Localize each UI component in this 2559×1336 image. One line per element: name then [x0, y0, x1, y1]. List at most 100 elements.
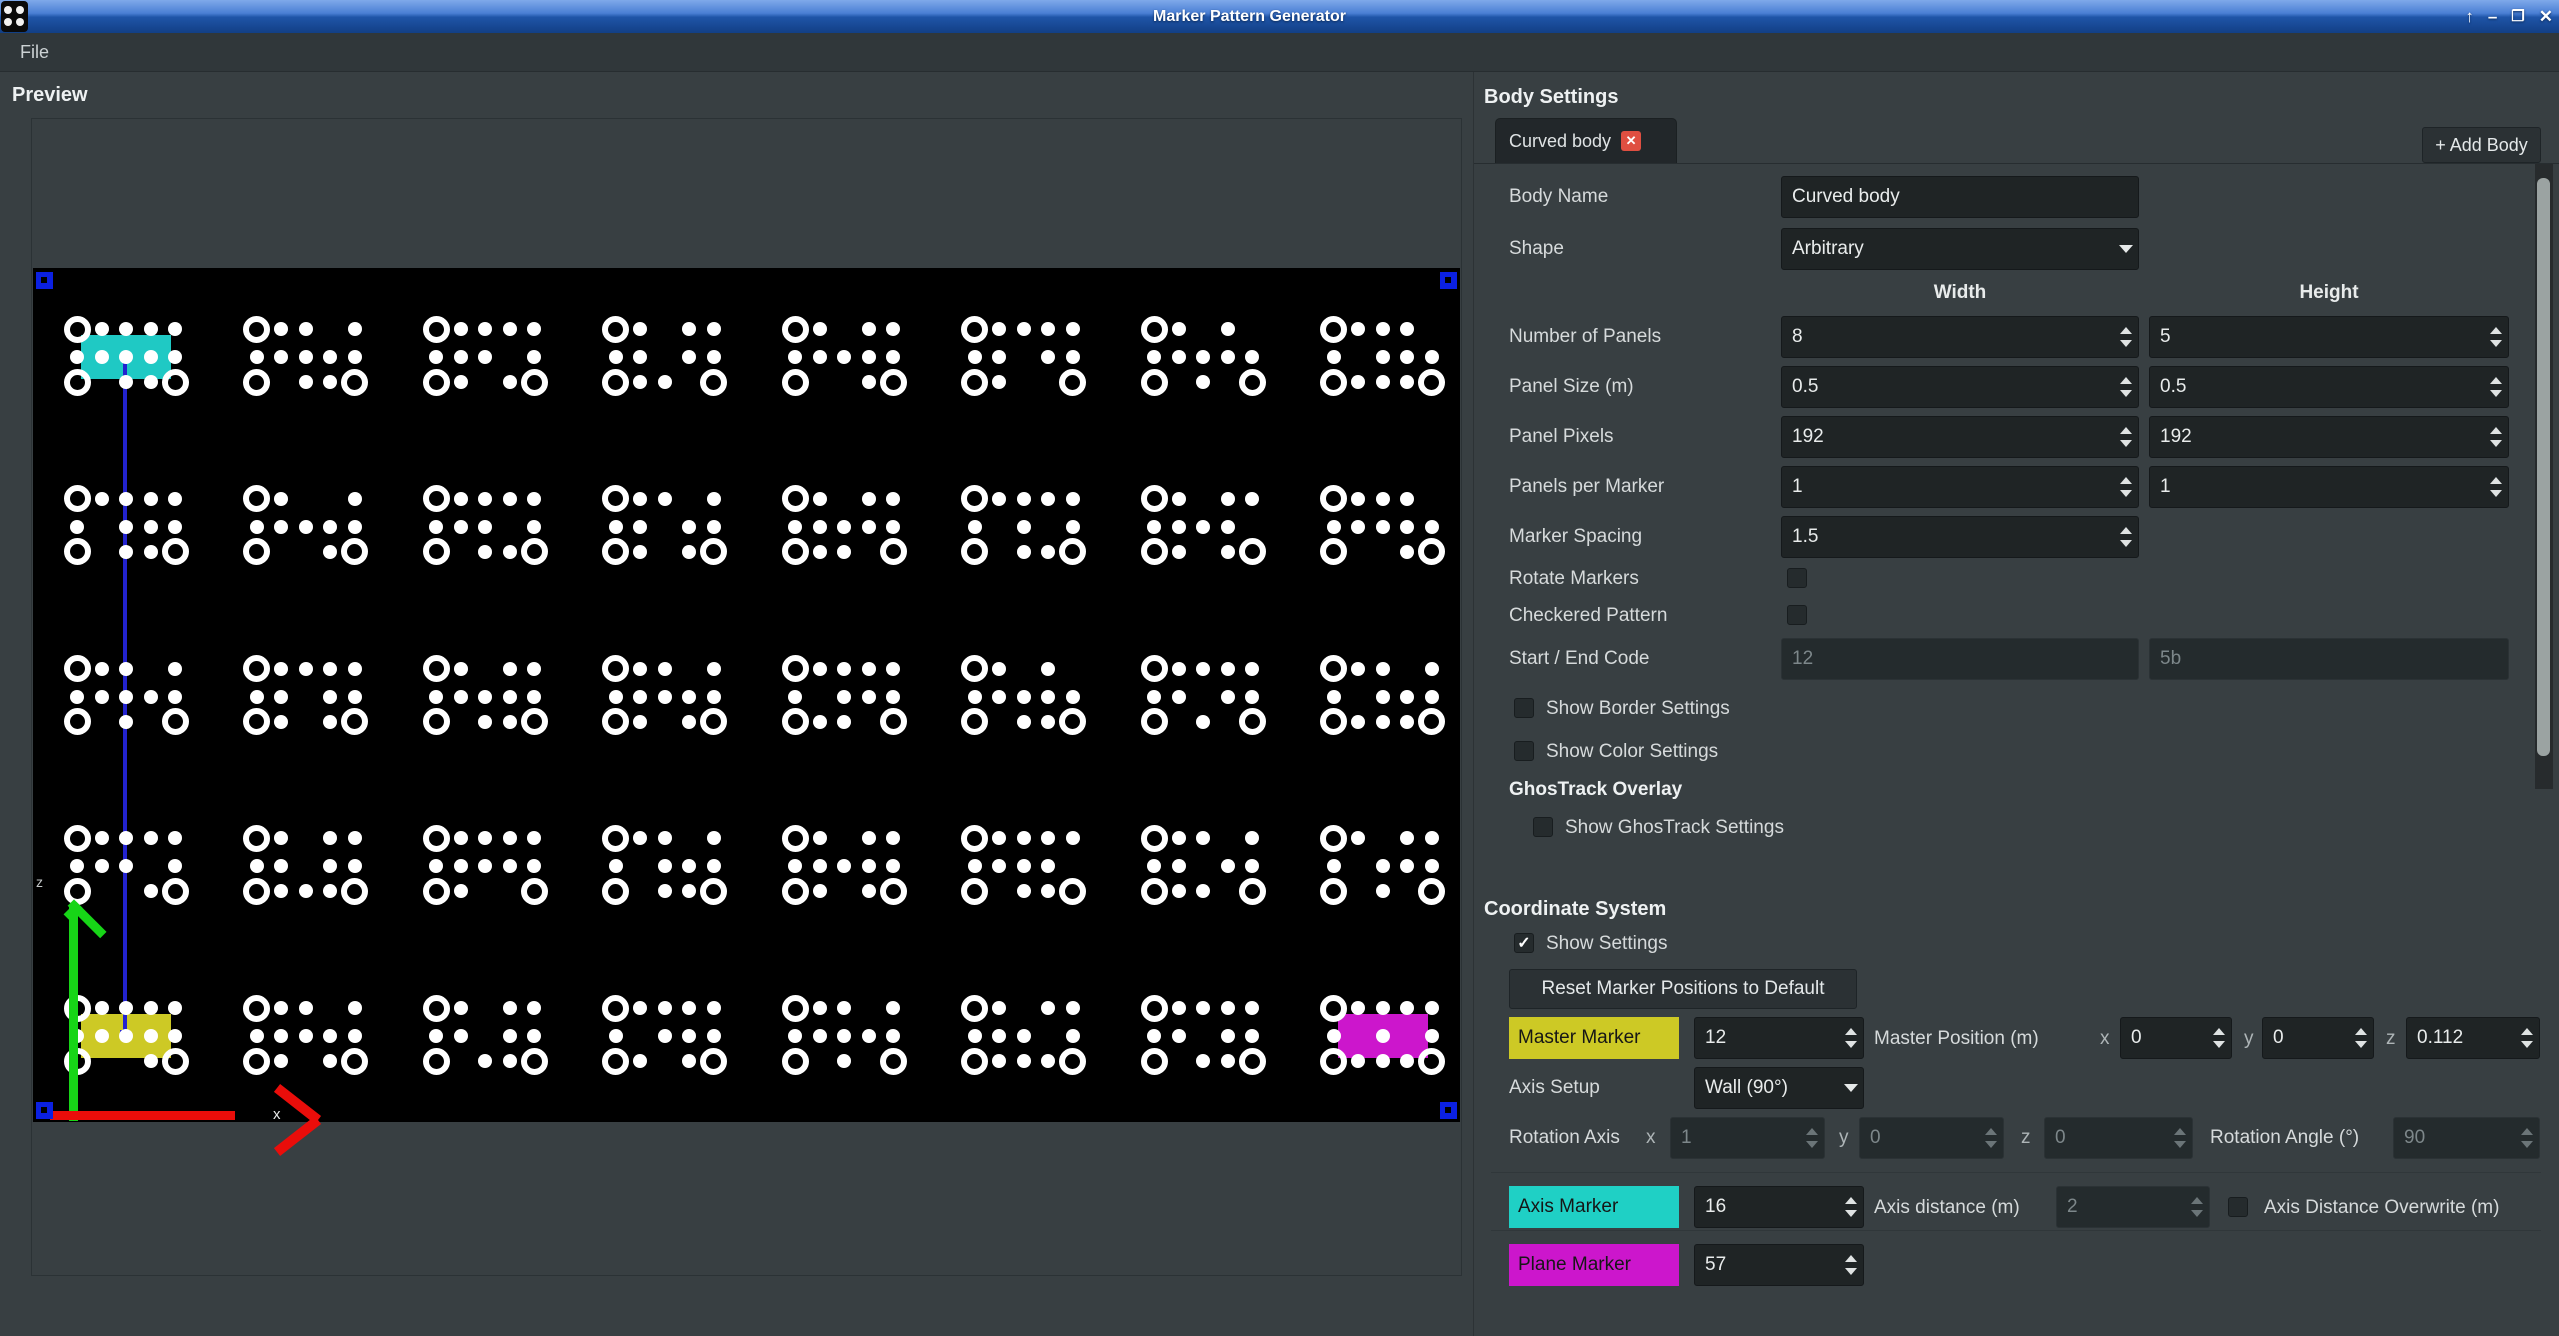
spinner-icons[interactable]	[2113, 467, 2138, 507]
master-position-z-input[interactable]	[2407, 1018, 2514, 1058]
body-name-field[interactable]	[1781, 176, 2139, 218]
spinner-icons[interactable]	[1838, 1187, 1863, 1227]
axis-setup-dropdown[interactable]: Wall (90°)	[1694, 1067, 1864, 1109]
panel-size-height-field[interactable]	[2149, 366, 2509, 408]
body-name-input[interactable]	[1782, 177, 2138, 217]
marker-ring-dot	[64, 708, 91, 735]
menu-file[interactable]: File	[6, 42, 63, 63]
canvas-handle-bottom-left[interactable]	[36, 1102, 53, 1119]
start-code-input[interactable]	[1782, 639, 2138, 679]
tab-curved-body[interactable]: Curved body ✕	[1495, 118, 1677, 163]
spinner-icons[interactable]	[2113, 517, 2138, 557]
spinner-icons[interactable]	[2348, 1018, 2373, 1058]
show-ghostrack-settings-checkbox[interactable]	[1533, 817, 1553, 837]
master-position-z-field[interactable]	[2406, 1017, 2540, 1059]
spinner-icons[interactable]	[2483, 467, 2508, 507]
checkered-pattern-checkbox[interactable]	[1787, 605, 1807, 625]
end-code-field[interactable]	[2149, 638, 2509, 680]
master-marker-input[interactable]	[1695, 1018, 1838, 1058]
spinner-icons[interactable]	[2514, 1118, 2539, 1158]
marker-dot	[837, 715, 851, 729]
spinner-icons[interactable]	[2514, 1018, 2539, 1058]
start-code-field[interactable]	[1781, 638, 2139, 680]
master-position-x-field[interactable]	[2120, 1017, 2232, 1059]
panel-pixels-height-field[interactable]	[2149, 416, 2509, 458]
spinner-icons[interactable]	[1838, 1245, 1863, 1285]
number-of-panels-width-input[interactable]	[1782, 317, 2113, 357]
marker-spacing-input[interactable]	[1782, 517, 2113, 557]
rotation-axis-z-field[interactable]	[2044, 1117, 2193, 1159]
panel-pixels-width-input[interactable]	[1782, 417, 2113, 457]
canvas-handle-top-right[interactable]	[1440, 272, 1457, 289]
close-icon[interactable]: ✕	[2539, 8, 2553, 25]
canvas-handle-bottom-right[interactable]	[1440, 1102, 1457, 1119]
end-code-input[interactable]	[2150, 639, 2508, 679]
panels-per-marker-width-field[interactable]	[1781, 466, 2139, 508]
spinner-icons[interactable]	[1838, 1018, 1863, 1058]
maximize-icon[interactable]: ❐	[2511, 9, 2524, 24]
marker-ring-dot	[1239, 708, 1266, 735]
spinner-icons[interactable]	[2483, 367, 2508, 407]
rotation-axis-y-field[interactable]	[1859, 1117, 2004, 1159]
reset-marker-positions-button[interactable]: Reset Marker Positions to Default	[1509, 969, 1857, 1009]
marker-canvas[interactable]: z x	[33, 268, 1460, 1122]
axis-distance-overwrite-checkbox[interactable]	[2228, 1197, 2248, 1217]
add-body-button[interactable]: + Add Body	[2422, 127, 2541, 163]
show-border-settings-checkbox[interactable]	[1514, 698, 1534, 718]
panel-pixels-height-input[interactable]	[2150, 417, 2483, 457]
panels-per-marker-height-input[interactable]	[2150, 467, 2483, 507]
spinner-icons[interactable]	[2113, 317, 2138, 357]
marker-dot	[1376, 690, 1390, 704]
show-settings-checkbox[interactable]: ✓	[1514, 933, 1534, 953]
master-marker-field[interactable]	[1694, 1017, 1864, 1059]
panels-per-marker-width-input[interactable]	[1782, 467, 2113, 507]
panel-pixels-width-field[interactable]	[1781, 416, 2139, 458]
spinner-icons[interactable]	[2184, 1187, 2209, 1227]
minimize-icon[interactable]: –	[2488, 8, 2497, 25]
spinner-icons[interactable]	[2113, 417, 2138, 457]
panel-size-height-input[interactable]	[2150, 367, 2483, 407]
tab-close-icon[interactable]: ✕	[1621, 131, 1641, 151]
rotate-markers-checkbox[interactable]	[1787, 568, 1807, 588]
axis-distance-input[interactable]	[2057, 1187, 2184, 1227]
marker-dot	[454, 859, 468, 873]
number-of-panels-height-input[interactable]	[2150, 317, 2483, 357]
show-color-settings-checkbox[interactable]	[1514, 741, 1534, 761]
axis-marker-field[interactable]	[1694, 1186, 1864, 1228]
spinner-icons[interactable]	[1978, 1118, 2003, 1158]
plane-marker-field[interactable]	[1694, 1244, 1864, 1286]
panel-size-width-input[interactable]	[1782, 367, 2113, 407]
rotation-axis-x-input[interactable]	[1671, 1118, 1799, 1158]
marker-spacing-field[interactable]	[1781, 516, 2139, 558]
plane-marker-input[interactable]	[1695, 1245, 1838, 1285]
panels-per-marker-height-field[interactable]	[2149, 466, 2509, 508]
axis-distance-field[interactable]	[2056, 1186, 2210, 1228]
marker-dot	[119, 492, 133, 506]
marker-ring-dot	[243, 369, 270, 396]
master-position-y-input[interactable]	[2263, 1018, 2348, 1058]
master-position-x-input[interactable]	[2121, 1018, 2206, 1058]
rotation-axis-x-field[interactable]	[1670, 1117, 1825, 1159]
number-of-panels-width-field[interactable]	[1781, 316, 2139, 358]
rotation-axis-z-input[interactable]	[2045, 1118, 2167, 1158]
spinner-icons[interactable]	[2483, 417, 2508, 457]
canvas-handle-top-left[interactable]	[36, 272, 53, 289]
shape-dropdown[interactable]: Arbitrary	[1781, 228, 2139, 270]
spinner-icons[interactable]	[2483, 317, 2508, 357]
settings-scrollbar[interactable]	[2535, 164, 2553, 789]
panel-size-width-field[interactable]	[1781, 366, 2139, 408]
spinner-icons[interactable]	[2206, 1018, 2231, 1058]
marker-dot	[682, 520, 696, 534]
scrollbar-thumb[interactable]	[2537, 178, 2550, 756]
shade-window-icon[interactable]: ↑	[2465, 8, 2474, 25]
rotation-axis-y-input[interactable]	[1860, 1118, 1978, 1158]
rotation-angle-field[interactable]	[2393, 1117, 2540, 1159]
spinner-icons[interactable]	[2167, 1118, 2192, 1158]
spinner-icons[interactable]	[1799, 1118, 1824, 1158]
rotation-angle-input[interactable]	[2394, 1118, 2514, 1158]
master-position-y-field[interactable]	[2262, 1017, 2374, 1059]
spinner-icons[interactable]	[2113, 367, 2138, 407]
marker-ring-dot	[341, 878, 368, 905]
axis-marker-input[interactable]	[1695, 1187, 1838, 1227]
number-of-panels-height-field[interactable]	[2149, 316, 2509, 358]
